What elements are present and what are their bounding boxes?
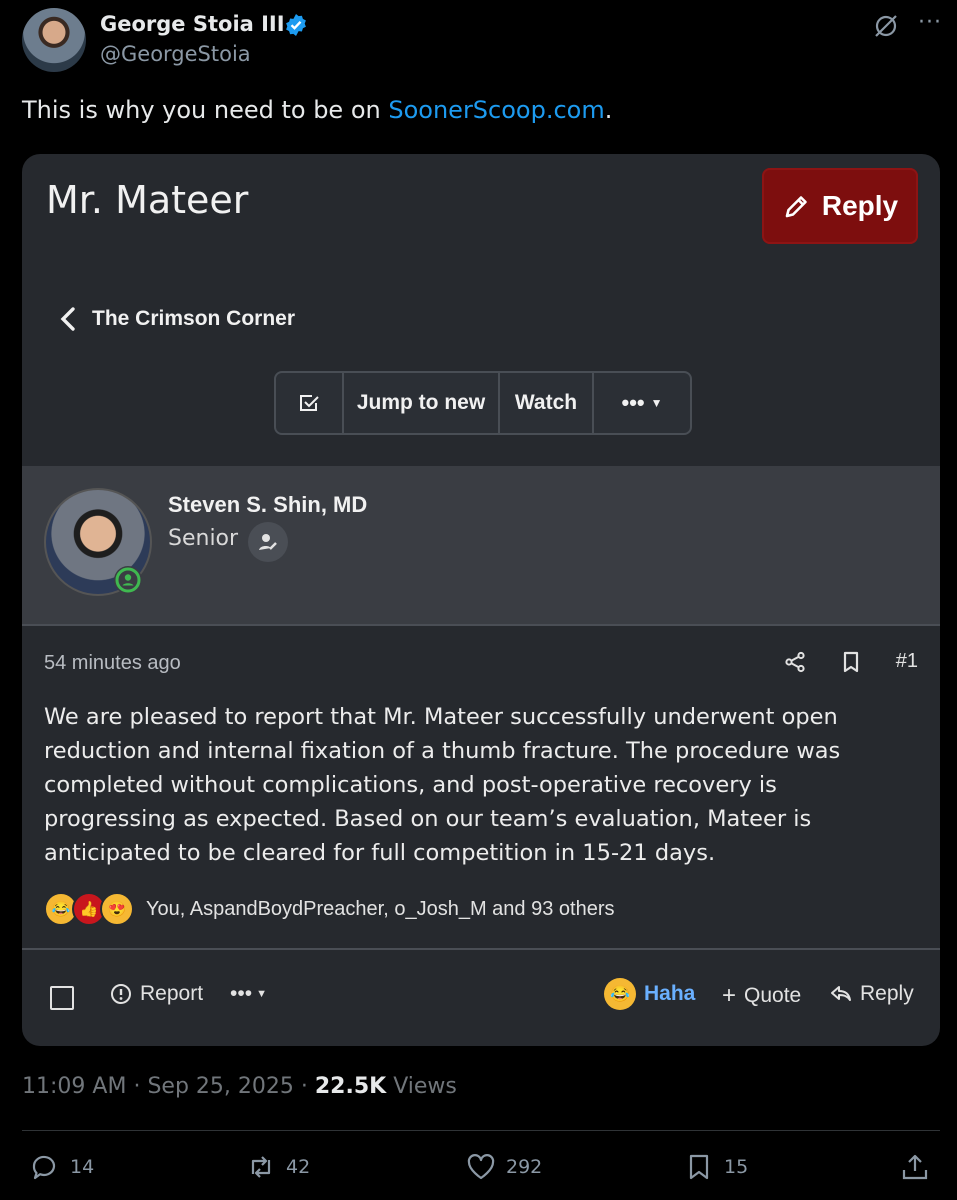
report-label: Report <box>140 982 204 1005</box>
post-body: We are pleased to report that Mr. Mateer… <box>44 704 841 866</box>
toolbar-more-label: ••• <box>621 390 645 415</box>
jump-to-new-button[interactable]: Jump to new <box>344 373 500 433</box>
display-name[interactable]: George Stoia III <box>100 12 285 36</box>
like-count: 292 <box>506 1156 543 1178</box>
reply-button-label: Reply <box>821 190 899 221</box>
post-more-label: ••• <box>230 982 253 1005</box>
heart-eyes-emoji-icon: 😍 <box>100 892 134 926</box>
mark-read-button[interactable] <box>276 373 344 433</box>
forum-screenshot-card[interactable]: Mr. Mateer Reply The Crimson Corner Jump… <box>22 154 940 1046</box>
share-upload-icon <box>902 1154 928 1180</box>
views-count: 22.5K <box>314 1074 387 1099</box>
post-reply-button[interactable]: Reply <box>830 982 914 1006</box>
tweet-text-suffix: . <box>604 96 613 124</box>
report-button[interactable]: Report <box>110 982 203 1006</box>
plus-icon: + <box>722 982 737 1009</box>
quote-label: Quote <box>744 984 802 1007</box>
watch-button[interactable]: Watch <box>500 373 594 433</box>
post-reply-label: Reply <box>860 982 914 1005</box>
alert-circle-icon <box>111 984 131 1004</box>
bookmark-button[interactable]: 15 <box>684 1152 748 1182</box>
breadcrumb[interactable]: The Crimson Corner <box>58 306 295 332</box>
thread-title: Mr. Mateer <box>46 178 249 222</box>
tweet-text-prefix: This is why you need to be on <box>22 96 389 124</box>
caret-down-icon: ▼ <box>256 988 267 1000</box>
caret-down-icon: ▼ <box>650 396 663 410</box>
like-button[interactable]: 292 <box>466 1152 542 1182</box>
tweet-link[interactable]: SoonerScoop.com <box>388 96 604 124</box>
user-avatar[interactable] <box>22 8 86 72</box>
tweet-meta: 11:09 AM · Sep 25, 2025 · 22.5K Views <box>22 1074 457 1099</box>
haha-reaction-button[interactable]: 😂 Haha <box>604 978 695 1010</box>
share-button[interactable] <box>900 1152 930 1182</box>
meta-separator: · <box>133 1074 141 1099</box>
post-footer: Report ••• ▼ 😂 Haha + Quote Reply <box>22 950 940 1046</box>
reply-arrow-icon <box>831 986 851 1001</box>
breadcrumb-label: The Crimson Corner <box>92 307 296 330</box>
reply-button[interactable]: Reply <box>762 168 918 244</box>
share-icon[interactable] <box>784 651 806 673</box>
checkbox-check-icon <box>300 395 319 411</box>
meta-separator: · <box>300 1074 308 1099</box>
repost-button[interactable]: 42 <box>246 1152 310 1182</box>
grok-icon[interactable] <box>872 12 900 40</box>
post-timestamp[interactable]: 54 minutes ago <box>44 652 181 675</box>
repost-count: 42 <box>286 1156 311 1178</box>
tweet-time[interactable]: 11:09 AM <box>22 1074 126 1099</box>
reply-count: 14 <box>70 1156 95 1178</box>
select-post-checkbox[interactable] <box>50 986 74 1010</box>
bookmark-icon <box>689 1154 709 1180</box>
quote-button[interactable]: + Quote <box>722 982 801 1010</box>
reactions-summary[interactable]: 😂 👍 😍 You, AspandBoydPreacher, o_Josh_M … <box>44 892 615 926</box>
laughing-emoji-icon: 😂 <box>604 978 636 1010</box>
author-section: Steven S. Shin, MD Senior <box>22 466 940 624</box>
pencil-icon <box>785 196 807 218</box>
tweet-date[interactable]: Sep 25, 2025 <box>147 1074 293 1099</box>
verified-badge-icon <box>286 14 306 36</box>
meta-divider <box>22 1130 940 1131</box>
heart-icon <box>467 1154 495 1180</box>
bookmark-count: 15 <box>724 1156 749 1178</box>
author-name[interactable]: Steven S. Shin, MD <box>168 492 367 518</box>
reaction-icons: 😂 👍 😍 <box>44 892 134 926</box>
user-handle[interactable]: @GeorgeStoia <box>100 42 251 66</box>
tweet-header: George Stoia III @GeorgeStoia ··· <box>22 8 942 78</box>
user-role-icon <box>248 522 288 562</box>
repost-icon <box>251 1156 271 1178</box>
reactions-text: You, AspandBoydPreacher, o_Josh_M and 93… <box>146 897 615 920</box>
thread-toolbar: Jump to new Watch ••• ▼ <box>274 371 692 435</box>
section-divider <box>22 624 940 626</box>
bookmark-icon[interactable] <box>840 651 862 673</box>
online-status-icon <box>114 566 142 594</box>
post-more-button[interactable]: ••• ▼ <box>230 982 267 1006</box>
views-label: Views <box>393 1074 457 1099</box>
post-number[interactable]: #1 <box>896 650 918 673</box>
haha-label: Haha <box>644 982 696 1005</box>
reply-bubble-icon <box>32 1155 56 1180</box>
author-title: Senior <box>168 526 239 551</box>
reply-count-button[interactable]: 14 <box>30 1152 94 1182</box>
tweet-text: This is why you need to be on SoonerScoo… <box>22 96 612 124</box>
more-options-icon[interactable]: ··· <box>918 10 942 35</box>
post-actions: #1 <box>784 650 918 673</box>
toolbar-more-button[interactable]: ••• ▼ <box>594 373 690 433</box>
chevron-left-icon <box>60 307 75 331</box>
